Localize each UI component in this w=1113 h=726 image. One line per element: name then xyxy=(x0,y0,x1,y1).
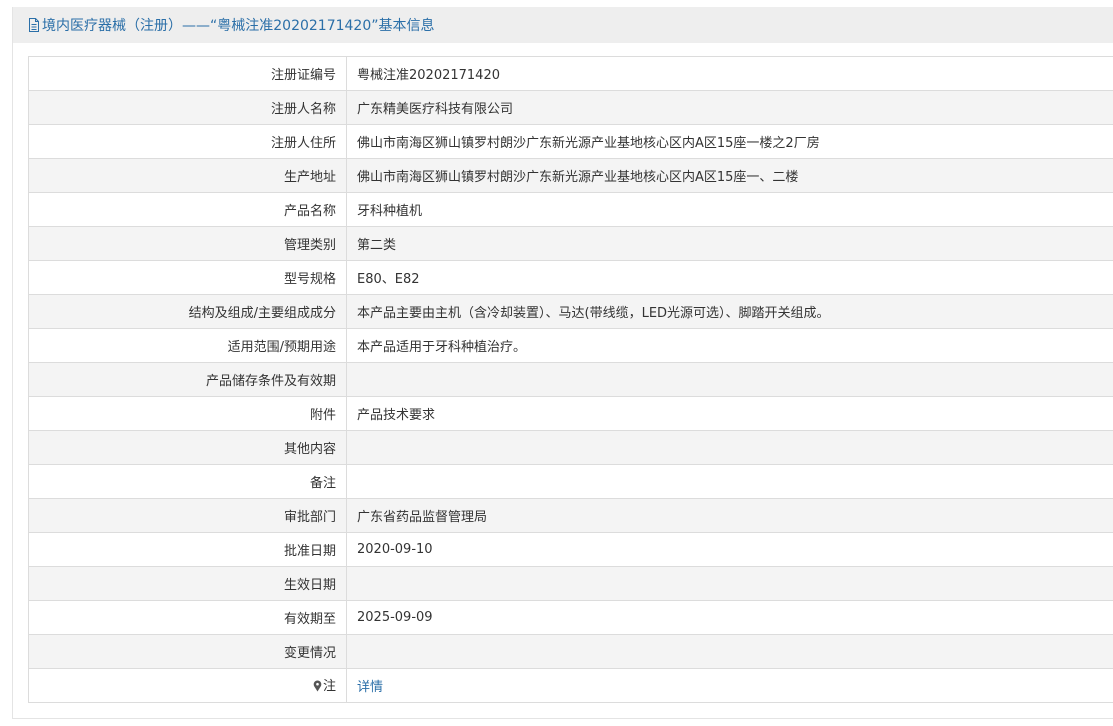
field-label: 产品名称 xyxy=(28,192,347,227)
field-value: 牙科种植机 xyxy=(346,192,1113,227)
note-value-cell: 详情 xyxy=(346,668,1113,703)
table-row: 管理类别 第二类 xyxy=(28,226,1113,261)
field-label: 生效日期 xyxy=(28,566,347,601)
panel-title-bar: 境内医疗器械（注册）——“粤械注准20202171420”基本信息 xyxy=(13,7,1113,43)
note-label: 注 xyxy=(322,679,336,694)
table-row: 有效期至 2025-09-09 xyxy=(28,600,1113,635)
field-value: 第二类 xyxy=(346,226,1113,261)
field-value xyxy=(346,566,1113,601)
field-value: 广东精美医疗科技有限公司 xyxy=(346,90,1113,125)
table-row: 注册人住所 佛山市南海区狮山镇罗村朗沙广东新光源产业基地核心区内A区15座一楼之… xyxy=(28,124,1113,159)
field-value: 广东省药品监督管理局 xyxy=(346,498,1113,533)
table-row: 注册人名称 广东精美医疗科技有限公司 xyxy=(28,90,1113,125)
table-row: 备注 xyxy=(28,464,1113,499)
table-row: 审批部门 广东省药品监督管理局 xyxy=(28,498,1113,533)
field-value: 2020-09-10 xyxy=(346,532,1113,567)
field-label: 型号规格 xyxy=(28,260,347,295)
table-row: 产品名称 牙科种植机 xyxy=(28,192,1113,227)
table-row: 批准日期 2020-09-10 xyxy=(28,532,1113,567)
field-label: 注册人住所 xyxy=(28,124,347,159)
table-row: 注册证编号 粤械注准20202171420 xyxy=(28,56,1113,91)
table-row: 变更情况 xyxy=(28,634,1113,669)
field-value: 粤械注准20202171420 xyxy=(346,56,1113,91)
field-label: 适用范围/预期用途 xyxy=(28,328,347,363)
field-label: 其他内容 xyxy=(28,430,347,465)
details-link[interactable]: 详情 xyxy=(357,680,383,695)
field-value: 2025-09-09 xyxy=(346,600,1113,635)
field-label: 批准日期 xyxy=(28,532,347,567)
field-label: 产品储存条件及有效期 xyxy=(28,362,347,397)
field-value: 本产品主要由主机（含冷却装置）、马达(带线缆，LED光源可选）、脚踏开关组成。 xyxy=(346,294,1113,329)
field-label: 有效期至 xyxy=(28,600,347,635)
field-label: 生产地址 xyxy=(28,158,347,193)
field-value xyxy=(346,362,1113,397)
info-table: 注册证编号 粤械注准20202171420 注册人名称 广东精美医疗科技有限公司… xyxy=(28,56,1113,703)
table-row: 附件 产品技术要求 xyxy=(28,396,1113,431)
field-value xyxy=(346,430,1113,465)
note-row: 注 详情 xyxy=(28,668,1113,703)
page-title: 境内医疗器械（注册）——“粤械注准20202171420”基本信息 xyxy=(42,18,435,34)
field-label: 管理类别 xyxy=(28,226,347,261)
table-row: 其他内容 xyxy=(28,430,1113,465)
field-label: 变更情况 xyxy=(28,634,347,669)
note-label-cell: 注 xyxy=(28,668,347,703)
field-label: 注册人名称 xyxy=(28,90,347,125)
info-panel: 境内医疗器械（注册）——“粤械注准20202171420”基本信息 注册证编号 … xyxy=(12,7,1113,719)
field-label: 注册证编号 xyxy=(28,56,347,91)
field-value: 本产品适用于牙科种植治疗。 xyxy=(346,328,1113,363)
table-row: 生效日期 xyxy=(28,566,1113,601)
field-value: 佛山市南海区狮山镇罗村朗沙广东新光源产业基地核心区内A区15座一楼之2厂房 xyxy=(346,124,1113,159)
field-value: 佛山市南海区狮山镇罗村朗沙广东新光源产业基地核心区内A区15座一、二楼 xyxy=(346,158,1113,193)
map-pin-icon xyxy=(313,680,322,696)
field-value xyxy=(346,634,1113,669)
table-row: 生产地址 佛山市南海区狮山镇罗村朗沙广东新光源产业基地核心区内A区15座一、二楼 xyxy=(28,158,1113,193)
table-row: 适用范围/预期用途 本产品适用于牙科种植治疗。 xyxy=(28,328,1113,363)
field-value xyxy=(346,464,1113,499)
field-label: 审批部门 xyxy=(28,498,347,533)
field-label: 结构及组成/主要组成成分 xyxy=(28,294,347,329)
field-value: 产品技术要求 xyxy=(346,396,1113,431)
table-row: 产品储存条件及有效期 xyxy=(28,362,1113,397)
table-row: 型号规格 E80、E82 xyxy=(28,260,1113,295)
field-label: 备注 xyxy=(28,464,347,499)
table-row: 结构及组成/主要组成成分 本产品主要由主机（含冷却装置）、马达(带线缆，LED光… xyxy=(28,294,1113,329)
field-value: E80、E82 xyxy=(346,260,1113,295)
document-icon xyxy=(28,18,40,32)
field-label: 附件 xyxy=(28,396,347,431)
